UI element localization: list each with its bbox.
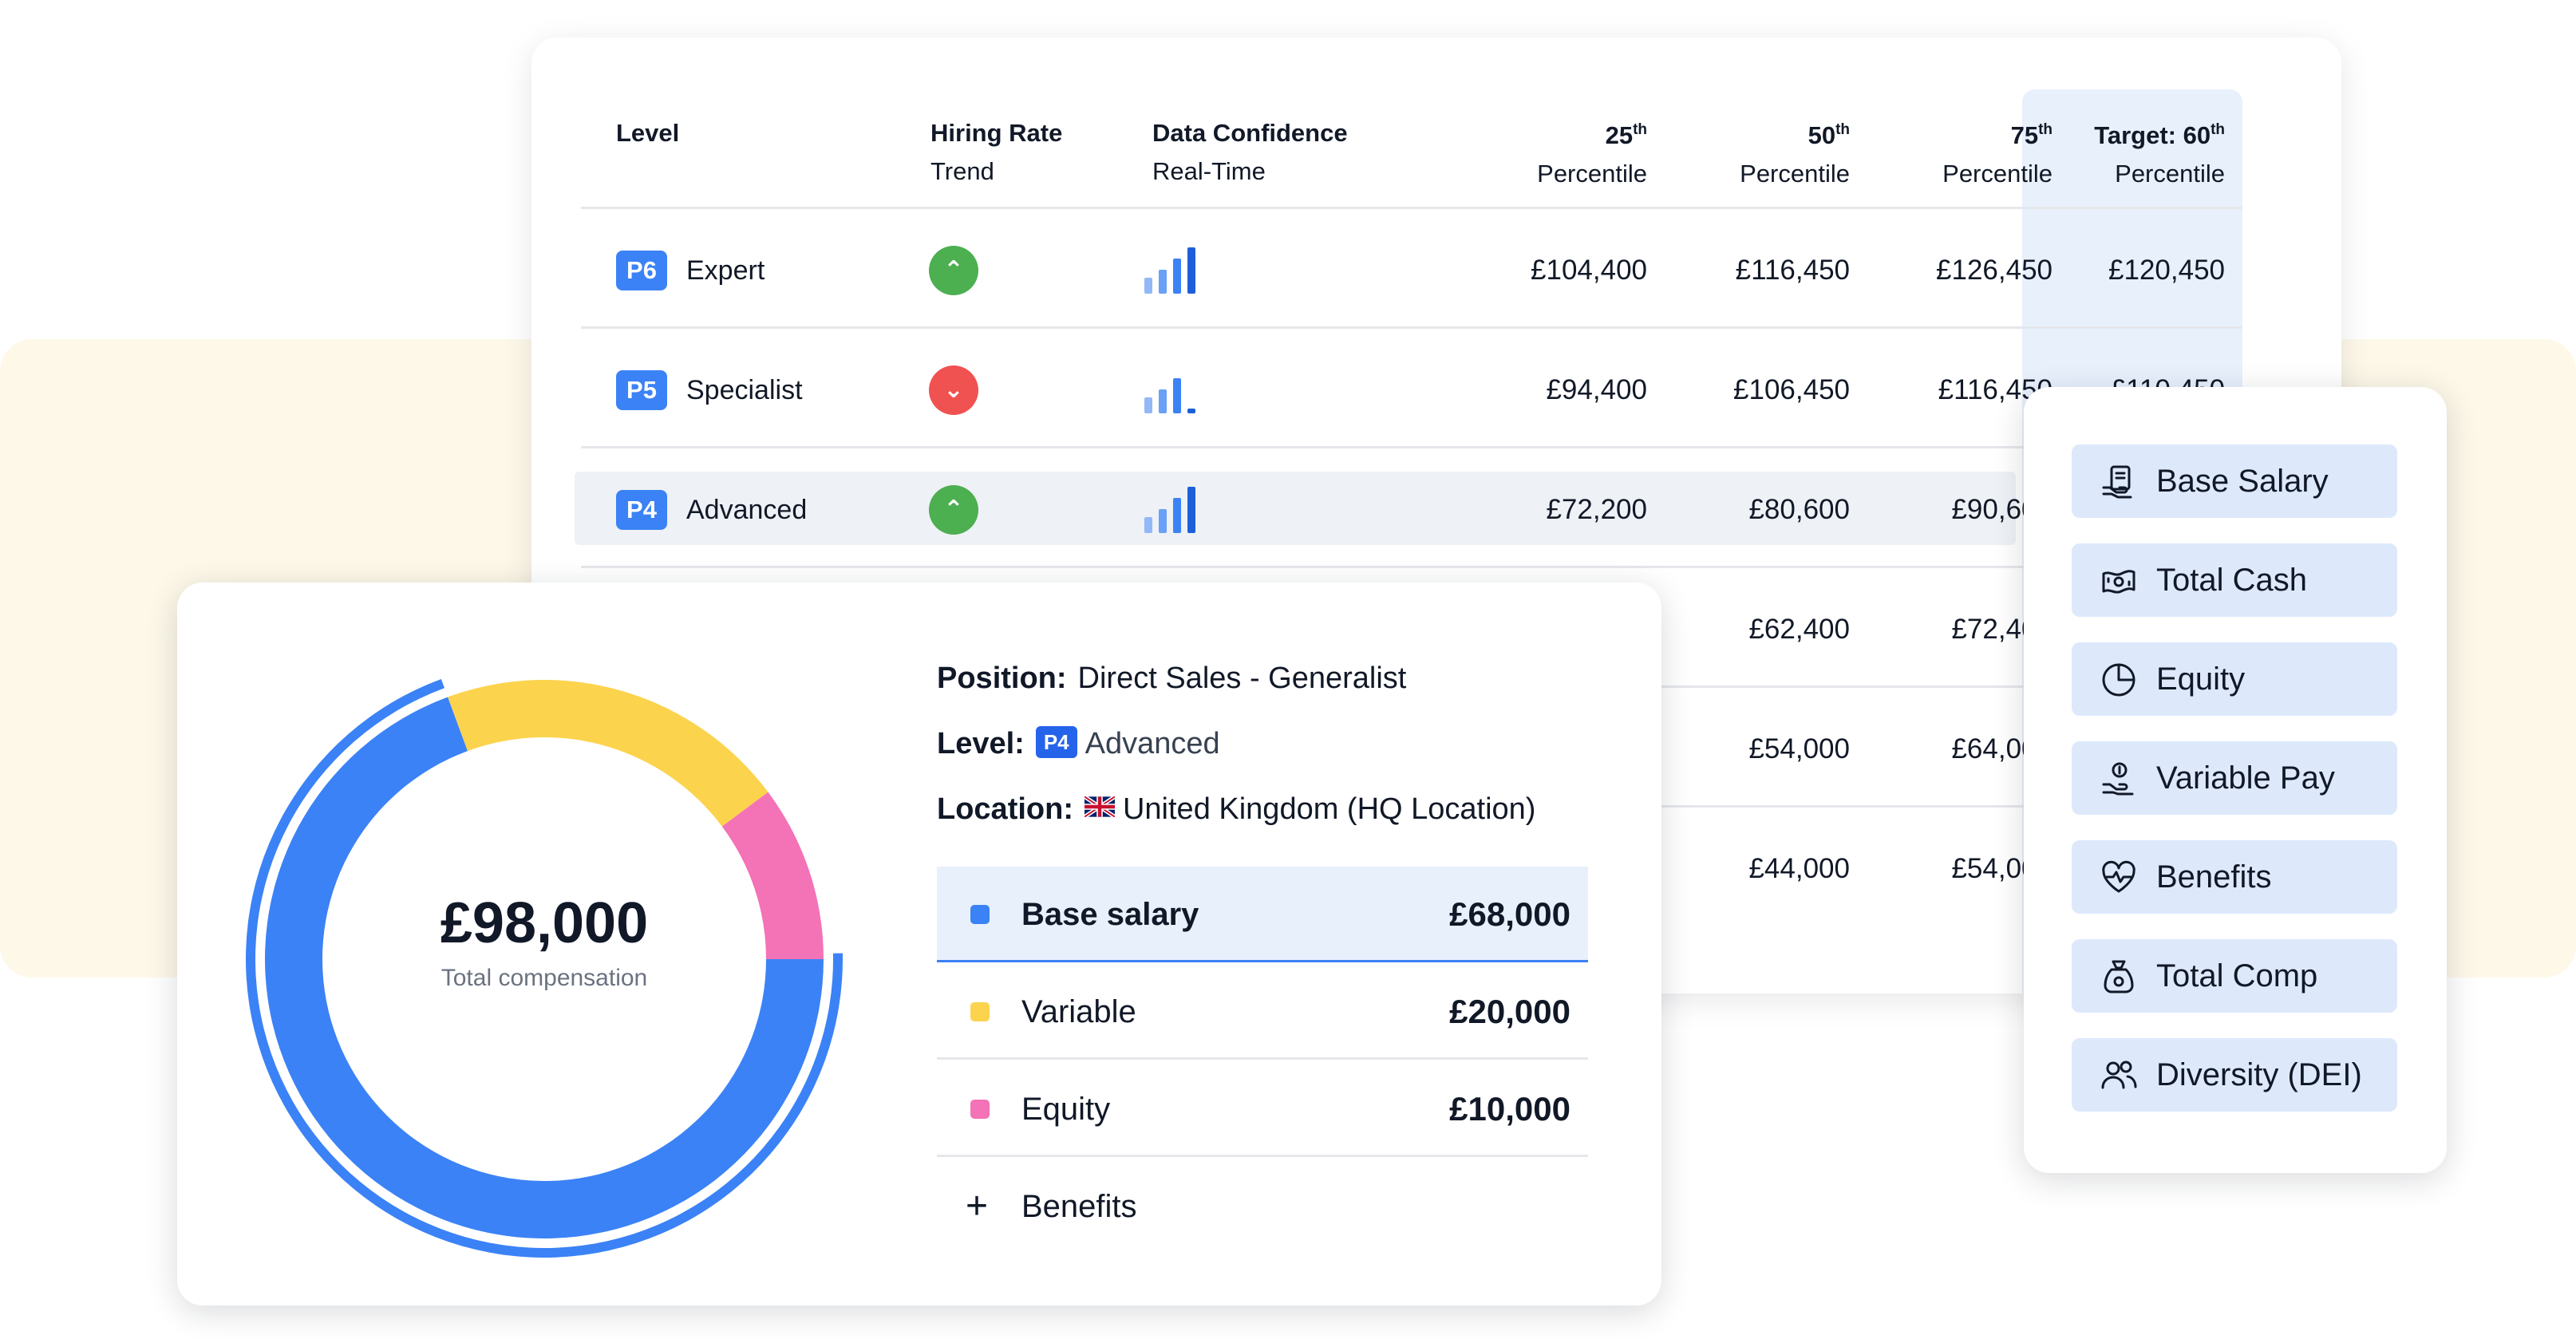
level-name: Expert [686, 255, 765, 286]
p75-cell: £54,000 [1951, 853, 2053, 884]
chip-label: Equity [2156, 662, 2246, 697]
cash-icon [2102, 570, 2135, 594]
money-bag-icon [2104, 960, 2134, 993]
chip-label: Total Cash [2156, 563, 2307, 598]
chip-benefits[interactable]: Benefits [2072, 840, 2397, 914]
position-value: Direct Sales - Generalist [1077, 662, 1407, 695]
location-label: Location: [937, 792, 1073, 826]
confidence-bars-icon [1144, 378, 1195, 413]
level-badge: P5 [616, 370, 667, 410]
breakdown-row-benefits[interactable]: + Benefits [937, 1159, 1588, 1254]
breakdown-value: £68,000 [1449, 895, 1570, 933]
breakdown-value: £10,000 [1449, 1090, 1570, 1128]
heart-pulse-icon [2102, 860, 2135, 893]
chip-total-cash[interactable]: Total Cash [2072, 543, 2397, 617]
p75-cell: £64,000 [1951, 733, 2053, 764]
location-value: United Kingdom (HQ Location) [1122, 792, 1536, 826]
hand-money-icon [2102, 465, 2132, 499]
confidence-bars-icon [1144, 487, 1195, 533]
plus-icon: + [966, 1185, 989, 1227]
base-salary-swatch [970, 905, 990, 924]
p75-cell: £90,600 [1951, 494, 2053, 525]
table-row[interactable]: P6 Expert ⌃ £104,400 £116,450 £126,450 £… [581, 209, 2242, 329]
level-info: Level: P4 Advanced [937, 721, 1220, 766]
chip-label: Benefits [2156, 859, 2272, 895]
compensation-type-menu: Base Salary Total Cash Equity Variable P… [2024, 387, 2447, 1173]
chip-label: Diversity (DEI) [2156, 1057, 2362, 1092]
header-data-confidence: Data Confidence Real-Time [1152, 119, 1348, 185]
chip-base-salary[interactable]: Base Salary [2072, 444, 2397, 518]
equity-swatch [970, 1100, 990, 1119]
donut-slice-variable[interactable] [448, 680, 768, 827]
variable-swatch [970, 1002, 990, 1021]
p75-cell: £72,400 [1951, 614, 2053, 645]
people-icon [2101, 1061, 2137, 1089]
level-badge: P4 [1035, 726, 1077, 758]
level-name: Specialist [686, 375, 803, 405]
level-name: Advanced [686, 495, 808, 525]
position-info: Position: Direct Sales - Generalist [937, 656, 1406, 701]
header-level: Level [616, 119, 680, 147]
breakdown-name: Base salary [1021, 897, 1199, 932]
pie-chart-icon [2102, 663, 2135, 697]
header-target: Target: 60th Percentile [2094, 121, 2225, 188]
trend-up-icon: ⌃ [929, 246, 978, 295]
chip-label: Base Salary [2156, 464, 2329, 499]
breakdown-name: Benefits [1021, 1189, 1137, 1224]
chip-variable-pay[interactable]: Variable Pay [2072, 741, 2397, 815]
position-label: Position: [937, 662, 1067, 695]
compensation-card: £98,000 Total compensation Position: Dire… [177, 583, 1661, 1305]
breakdown-value: £20,000 [1449, 993, 1570, 1030]
chip-label: Variable Pay [2156, 760, 2335, 796]
location-info: Location: United Kingdom (HQ Location) [937, 787, 1535, 831]
table-row-selected[interactable]: P4 Advanced ⌃ £72,200 £80,600 £90,600 [575, 448, 2242, 568]
chip-label: Total Comp [2156, 958, 2318, 993]
breakdown-row-base-salary[interactable]: Base salary £68,000 [937, 867, 1588, 962]
breakdown-name: Variable [1021, 994, 1136, 1029]
p75-cell: £116,450 [1938, 374, 2053, 405]
compensation-donut-chart [246, 679, 843, 1258]
total-compensation-label: Total compensation [441, 965, 648, 991]
breakdown-name: Equity [1021, 1092, 1111, 1127]
breakdown-row-variable[interactable]: Variable £20,000 [937, 964, 1588, 1060]
trend-down-icon: ⌄ [929, 365, 978, 415]
target-cell: £120,450 [2108, 255, 2225, 286]
confidence-bars-icon [1144, 247, 1195, 294]
chip-total-comp[interactable]: Total Comp [2072, 939, 2397, 1013]
level-value: Advanced [1085, 727, 1220, 760]
table-row[interactable]: P5 Specialist ⌄ £94,400 £106,450 £116,45… [581, 329, 2242, 448]
p75-cell: £126,450 [1936, 255, 2053, 286]
chip-diversity[interactable]: Diversity (DEI) [2072, 1038, 2397, 1112]
total-compensation-value: £98,000 [440, 891, 649, 955]
uk-flag-icon [1084, 796, 1115, 817]
chip-equity[interactable]: Equity [2072, 642, 2397, 716]
trend-up-icon: ⌃ [929, 485, 978, 535]
breakdown-row-equity[interactable]: Equity £10,000 [937, 1061, 1588, 1157]
level-label: Level: [937, 727, 1025, 760]
header-p75: 75th Percentile [1942, 121, 2053, 188]
level-badge: P6 [616, 251, 667, 290]
hand-coin-icon [2102, 762, 2134, 796]
level-badge: P4 [616, 490, 667, 530]
table-header: Level Hiring Rate Trend Data Confidence … [531, 38, 2341, 208]
header-hiring-rate: Hiring Rate Trend [930, 119, 1063, 185]
